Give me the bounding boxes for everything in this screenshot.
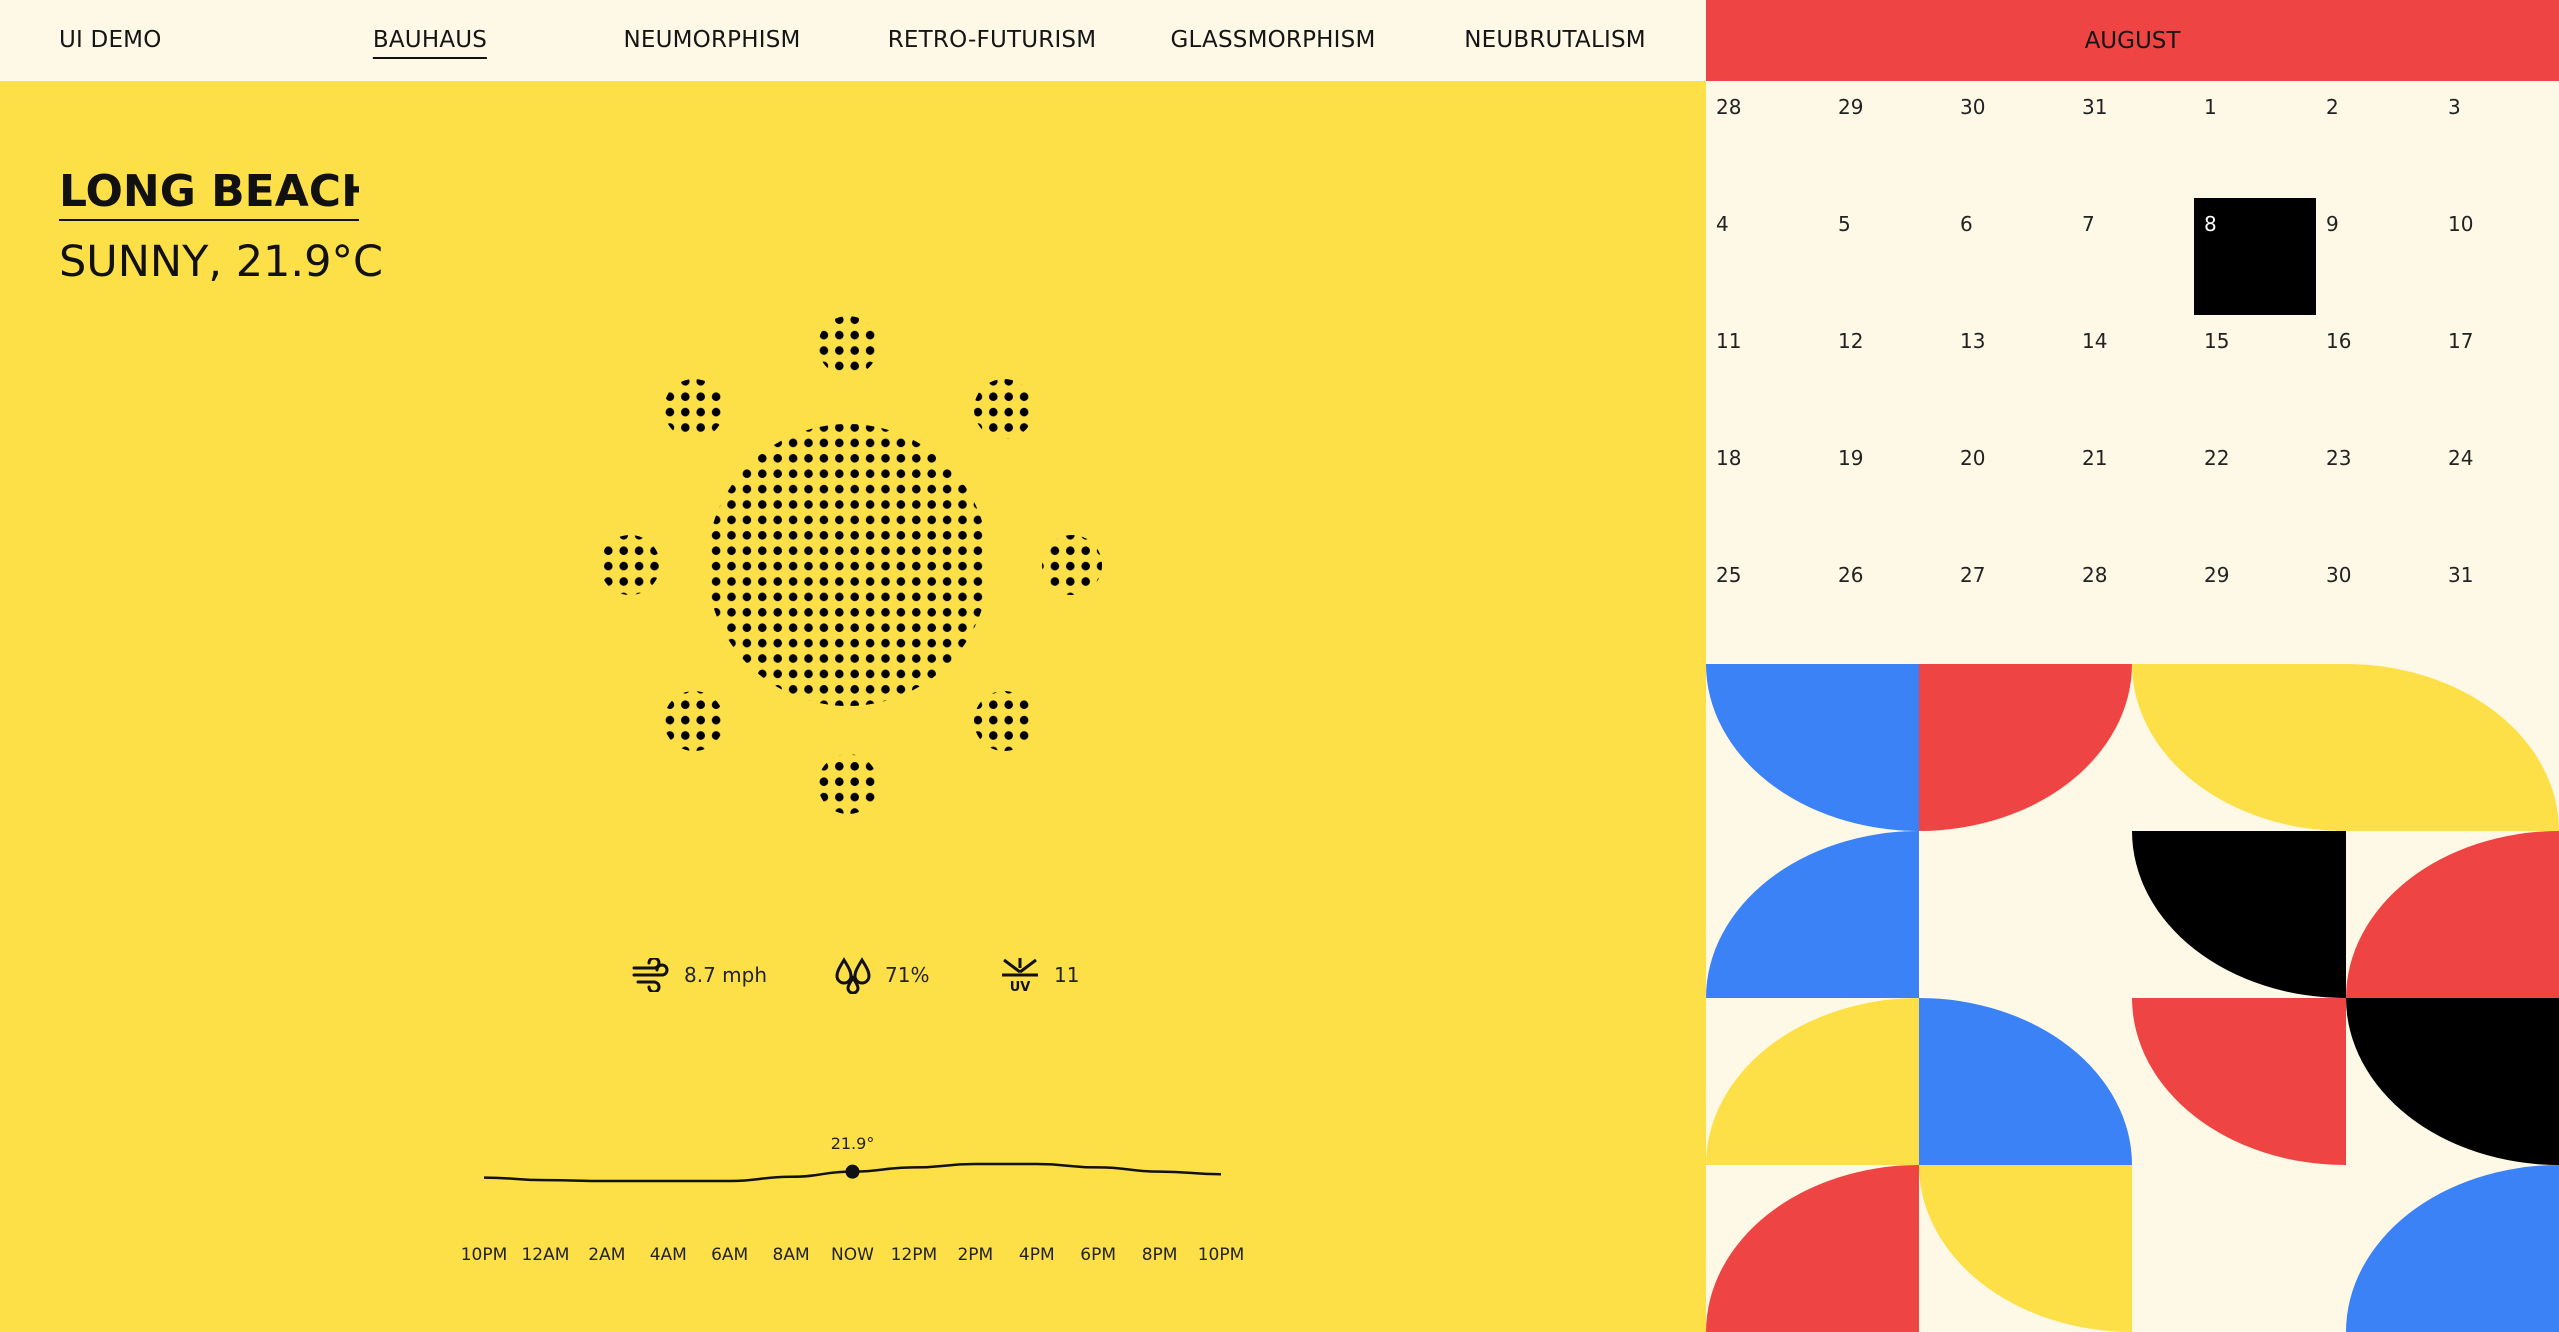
nav-item-glassmorphism[interactable]: GLASSMORPHISM bbox=[1170, 27, 1375, 53]
calendar-grid: 28 29 30 31 1 2 3 4 5 6 7 8 9 10 11 12 13 14 15 16 17 18 19 20 2… bbox=[1706, 81, 2559, 664]
calendar-day-number: 20 bbox=[1960, 446, 1986, 470]
calendar-day-number: 13 bbox=[1960, 329, 1986, 353]
calendar-day[interactable]: 28 bbox=[1706, 81, 1828, 198]
calendar-day-number: 26 bbox=[1838, 563, 1864, 587]
calendar-day-number: 18 bbox=[1716, 446, 1742, 470]
calendar-day[interactable]: 4 bbox=[1706, 198, 1828, 315]
calendar-day[interactable]: 3 bbox=[2438, 81, 2559, 198]
hour-tick-label: 2PM bbox=[957, 1245, 994, 1265]
weather-panel: SUNNY, 21.9°C 8.7 mph bbox=[0, 81, 1706, 1332]
calendar-day[interactable]: 29 bbox=[1828, 81, 1950, 198]
calendar-day-number: 28 bbox=[1716, 95, 1742, 119]
calendar-day-number: 19 bbox=[1838, 446, 1864, 470]
calendar-day-number: 14 bbox=[2082, 329, 2108, 353]
calendar-day-number: 28 bbox=[2082, 563, 2108, 587]
calendar-day-number: 3 bbox=[2448, 95, 2461, 119]
calendar-day[interactable]: 20 bbox=[1950, 432, 2072, 549]
calendar-day[interactable]: 29 bbox=[2194, 549, 2316, 666]
calendar-day-number: 29 bbox=[2204, 563, 2230, 587]
calendar-day[interactable]: 10 bbox=[2438, 198, 2559, 315]
nav-item-bauhaus[interactable]: BAUHAUS bbox=[372, 27, 488, 59]
calendar-day[interactable]: 19 bbox=[1828, 432, 1950, 549]
calendar-day-number: 31 bbox=[2082, 95, 2108, 119]
calendar-day[interactable]: 23 bbox=[2316, 432, 2438, 549]
calendar-day[interactable]: 17 bbox=[2438, 315, 2559, 432]
calendar-day-number: 22 bbox=[2204, 446, 2230, 470]
bauhaus-pattern bbox=[1706, 664, 2559, 1332]
calendar-day-today[interactable]: 8 bbox=[2194, 198, 2316, 315]
calendar-day-number: 25 bbox=[1716, 563, 1742, 587]
hour-tick-label: 6AM bbox=[711, 1245, 749, 1265]
calendar-day[interactable]: 24 bbox=[2438, 432, 2559, 549]
calendar-day[interactable]: 2 bbox=[2316, 81, 2438, 198]
hour-tick-label: 6PM bbox=[1080, 1245, 1117, 1265]
calendar-day[interactable]: 5 bbox=[1828, 198, 1950, 315]
calendar-day[interactable]: 11 bbox=[1706, 315, 1828, 432]
calendar-day-number: 24 bbox=[2448, 446, 2474, 470]
calendar-day-number: 1 bbox=[2204, 95, 2217, 119]
calendar-day-number: 30 bbox=[1960, 95, 1986, 119]
calendar-day[interactable]: 16 bbox=[2316, 315, 2438, 432]
calendar-day-number: 8 bbox=[2204, 212, 2217, 236]
calendar-day-number: 4 bbox=[1716, 212, 1729, 236]
calendar-day[interactable]: 30 bbox=[1950, 81, 2072, 198]
hour-tick-label: 10PM bbox=[1197, 1245, 1245, 1265]
calendar-day-number: 5 bbox=[1838, 212, 1851, 236]
calendar-day-number: 17 bbox=[2448, 329, 2474, 353]
calendar-day-number: 31 bbox=[2448, 563, 2474, 587]
hour-tick-label: 10PM bbox=[460, 1245, 508, 1265]
calendar-day-number: 6 bbox=[1960, 212, 1973, 236]
current-temperature-label: 21.9° bbox=[830, 1133, 875, 1153]
nav-item-neumorphism[interactable]: NEUMORPHISM bbox=[623, 27, 800, 53]
calendar-day-number: 9 bbox=[2326, 212, 2339, 236]
hour-tick-label: NOW bbox=[831, 1245, 874, 1265]
calendar-day-number: 16 bbox=[2326, 329, 2352, 353]
calendar-day-number: 23 bbox=[2326, 446, 2352, 470]
calendar-day-number: 29 bbox=[1838, 95, 1864, 119]
calendar-day[interactable]: 25 bbox=[1706, 549, 1828, 666]
calendar-day[interactable]: 27 bbox=[1950, 549, 2072, 666]
calendar-month-header: AUGUST bbox=[1706, 0, 2559, 81]
calendar-day[interactable]: 28 bbox=[2072, 549, 2194, 666]
hour-tick-label: 12PM bbox=[890, 1245, 938, 1265]
hour-tick-label: 4AM bbox=[649, 1245, 687, 1265]
calendar-day[interactable]: 12 bbox=[1828, 315, 1950, 432]
calendar-day[interactable]: 21 bbox=[2072, 432, 2194, 549]
brand-logo[interactable]: UI DEMO bbox=[59, 27, 162, 53]
top-navigation: UI DEMO BAUHAUS NEUMORPHISM RETRO-FUTURI… bbox=[0, 0, 1706, 81]
calendar-day[interactable]: 26 bbox=[1828, 549, 1950, 666]
calendar-day-number: 7 bbox=[2082, 212, 2095, 236]
calendar-day[interactable]: 7 bbox=[2072, 198, 2194, 315]
nav-item-neubrutalism[interactable]: NEUBRUTALISM bbox=[1464, 27, 1646, 53]
calendar-day-number: 2 bbox=[2326, 95, 2339, 119]
calendar-day-number: 21 bbox=[2082, 446, 2108, 470]
calendar-day[interactable]: 22 bbox=[2194, 432, 2316, 549]
calendar-month-title: AUGUST bbox=[2084, 27, 2181, 54]
calendar-day-number: 10 bbox=[2448, 212, 2474, 236]
calendar-day[interactable]: 9 bbox=[2316, 198, 2438, 315]
hour-tick-label: 8AM bbox=[772, 1245, 810, 1265]
calendar-day-number: 15 bbox=[2204, 329, 2230, 353]
calendar-day[interactable]: 30 bbox=[2316, 549, 2438, 666]
calendar-day-number: 12 bbox=[1838, 329, 1864, 353]
hour-tick-label: 12AM bbox=[521, 1245, 570, 1265]
current-temperature-point[interactable] bbox=[845, 1164, 860, 1179]
nav-item-retro-futurism[interactable]: RETRO-FUTURISM bbox=[888, 27, 1097, 53]
hour-tick-label: 8PM bbox=[1141, 1245, 1178, 1265]
calendar-day-number: 11 bbox=[1716, 329, 1742, 353]
calendar-day[interactable]: 6 bbox=[1950, 198, 2072, 315]
calendar-day[interactable]: 15 bbox=[2194, 315, 2316, 432]
hour-tick-label: 2AM bbox=[588, 1245, 626, 1265]
calendar-day[interactable]: 14 bbox=[2072, 315, 2194, 432]
calendar-day[interactable]: 1 bbox=[2194, 81, 2316, 198]
calendar-day[interactable]: 31 bbox=[2438, 549, 2559, 666]
calendar-day[interactable]: 18 bbox=[1706, 432, 1828, 549]
calendar-day[interactable]: 31 bbox=[2072, 81, 2194, 198]
calendar-day-number: 30 bbox=[2326, 563, 2352, 587]
calendar-day[interactable]: 13 bbox=[1950, 315, 2072, 432]
hour-tick-label: 4PM bbox=[1018, 1245, 1055, 1265]
calendar-day-number: 27 bbox=[1960, 563, 1986, 587]
